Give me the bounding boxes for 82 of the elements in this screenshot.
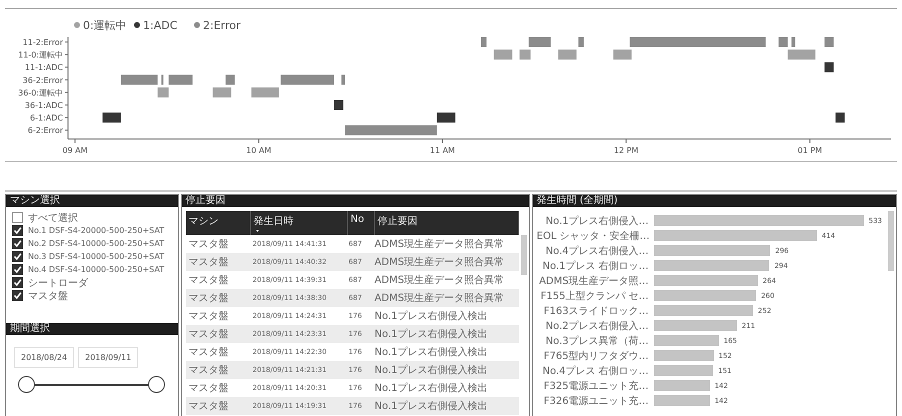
bar bbox=[654, 380, 710, 391]
date-field[interactable]: 2018/08/24 bbox=[14, 347, 74, 368]
checkbox[interactable] bbox=[12, 212, 23, 223]
bar-label: ADMS現生産データ照… bbox=[538, 274, 649, 288]
checkbox-label: No.4 DSF-S4-10000-500-250+SAT bbox=[28, 265, 164, 274]
axis-label: 11-0:運転中 bbox=[18, 50, 63, 60]
table-cell-text: No.1プレス右側侵入検出 bbox=[374, 382, 489, 395]
legend-label: 0:運転中 bbox=[83, 19, 127, 32]
checkbox-label: すべて選択 bbox=[28, 212, 78, 224]
table-cell-text: ADMS現生産データ照合異常 bbox=[374, 256, 506, 269]
bar-label: EOL シャッタ・安全柵… bbox=[536, 230, 649, 242]
bar-label: No.1プレス右側侵入… bbox=[544, 214, 649, 228]
axis-label: 11-1:ADC bbox=[24, 63, 63, 72]
bar-label: F325電源ユニット充… bbox=[542, 380, 649, 392]
checkbox[interactable] bbox=[12, 225, 23, 236]
table-cell-text: マスタ盤 bbox=[188, 400, 230, 413]
date-field[interactable]: 2018/09/11 bbox=[78, 347, 138, 368]
panel-header: 停止要因 bbox=[182, 195, 529, 207]
table-cell-text: マスタ盤 bbox=[188, 310, 230, 323]
column-header[interactable]: 停止要因 bbox=[374, 211, 519, 235]
table-cell-text: マスタ盤 bbox=[188, 382, 230, 395]
bar bbox=[654, 350, 714, 361]
bar-label: No.2プレス右側侵入… bbox=[544, 320, 649, 332]
table-cell-text: マスタ盤 bbox=[188, 256, 230, 269]
bar-label: No.4プレス右側侵入… bbox=[544, 244, 649, 258]
column-header[interactable]: No bbox=[348, 211, 375, 235]
checkbox[interactable] bbox=[12, 238, 23, 249]
checkbox[interactable] bbox=[12, 277, 23, 288]
bar bbox=[654, 365, 714, 376]
bar-label: F765型内リフタダウ… bbox=[542, 350, 649, 362]
table-cell-text: マスタ盤 bbox=[188, 292, 230, 305]
column-header[interactable]: マシン bbox=[186, 211, 251, 235]
bar-label: No.3プレス異常（荷… bbox=[544, 334, 649, 348]
bar-label: No.1プレス 右側ロッ… bbox=[541, 260, 649, 272]
table-cell-text: マスタ盤 bbox=[188, 346, 230, 359]
table-cell-text: ADMS現生産データ照合異常 bbox=[374, 274, 506, 287]
table-cell-text: マスタ盤 bbox=[188, 238, 230, 251]
axis-label: 10 AM bbox=[246, 146, 272, 155]
legend-label: 1:ADC bbox=[143, 19, 178, 32]
slider-handle[interactable] bbox=[18, 376, 35, 393]
table-cell-text: No.1プレス右側侵入検出 bbox=[374, 310, 489, 323]
bar bbox=[654, 335, 719, 346]
axis-label: 36-1:ADC bbox=[24, 101, 63, 110]
axis-label: 11 AM bbox=[430, 146, 455, 155]
checkbox-label: No.3 DSF-S4-10000-500-250+SAT bbox=[28, 252, 164, 261]
table-cell-text: No.1プレス右側侵入検出 bbox=[374, 364, 489, 377]
scrollbar[interactable] bbox=[888, 211, 894, 271]
checkbox[interactable] bbox=[12, 251, 23, 262]
bar-label: F163スライドロック… bbox=[542, 304, 649, 318]
axis-label: 36-0:運転中 bbox=[18, 88, 63, 98]
checkbox-label: シートローダ bbox=[28, 276, 88, 290]
panel-header: 期間選択 bbox=[6, 323, 178, 335]
table-cell-text: マスタ盤 bbox=[188, 364, 230, 377]
slider-handle[interactable] bbox=[148, 376, 165, 393]
axis-label: 11-2:Error bbox=[22, 38, 63, 47]
axis-label: 36-2:Error bbox=[22, 76, 63, 85]
table-cell-text: No.1プレス右側侵入検出 bbox=[374, 400, 489, 413]
bar-label: F155上型クランパ セ… bbox=[540, 290, 649, 302]
axis-label: 01 PM bbox=[798, 146, 822, 155]
axis-label: 6-2:Error bbox=[28, 126, 63, 136]
axis-label: 12 PM bbox=[614, 146, 638, 155]
table-cell-text: マスタ盤 bbox=[188, 274, 230, 287]
column-header[interactable]: 発生日時 bbox=[250, 211, 348, 235]
table-cell-text: ADMS現生産データ照合異常 bbox=[374, 238, 506, 251]
table-cell-text: No.1プレス右側侵入検出 bbox=[374, 328, 489, 341]
scrollbar[interactable] bbox=[520, 235, 527, 275]
bar-label: F326電源ユニット充… bbox=[542, 394, 649, 408]
checkbox-label: No.2 DSF-S4-10000-500-250+SAT bbox=[28, 239, 164, 248]
bar-label: No.4プレス 右側ロッ… bbox=[541, 364, 649, 378]
legend-label: 2:Error bbox=[203, 19, 241, 32]
axis-label: 6-1:ADC bbox=[30, 114, 63, 123]
panel-header: 発生時間 (全期間) bbox=[532, 195, 896, 207]
table-cell-text: マスタ盤 bbox=[188, 328, 230, 341]
checkbox-label: マスタ盤 bbox=[28, 290, 68, 302]
table-cell-text: No.1プレス右側侵入検出 bbox=[374, 346, 489, 359]
checkbox-label: No.1 DSF-S4-20000-500-250+SAT bbox=[28, 226, 164, 235]
panel-header: マシン選択 bbox=[6, 195, 178, 207]
checkbox[interactable] bbox=[12, 290, 23, 301]
table-cell-text: ADMS現生産データ照合異常 bbox=[374, 292, 506, 305]
bar bbox=[654, 395, 710, 406]
checkbox[interactable] bbox=[12, 264, 23, 275]
axis-label: 09 AM bbox=[62, 146, 88, 155]
